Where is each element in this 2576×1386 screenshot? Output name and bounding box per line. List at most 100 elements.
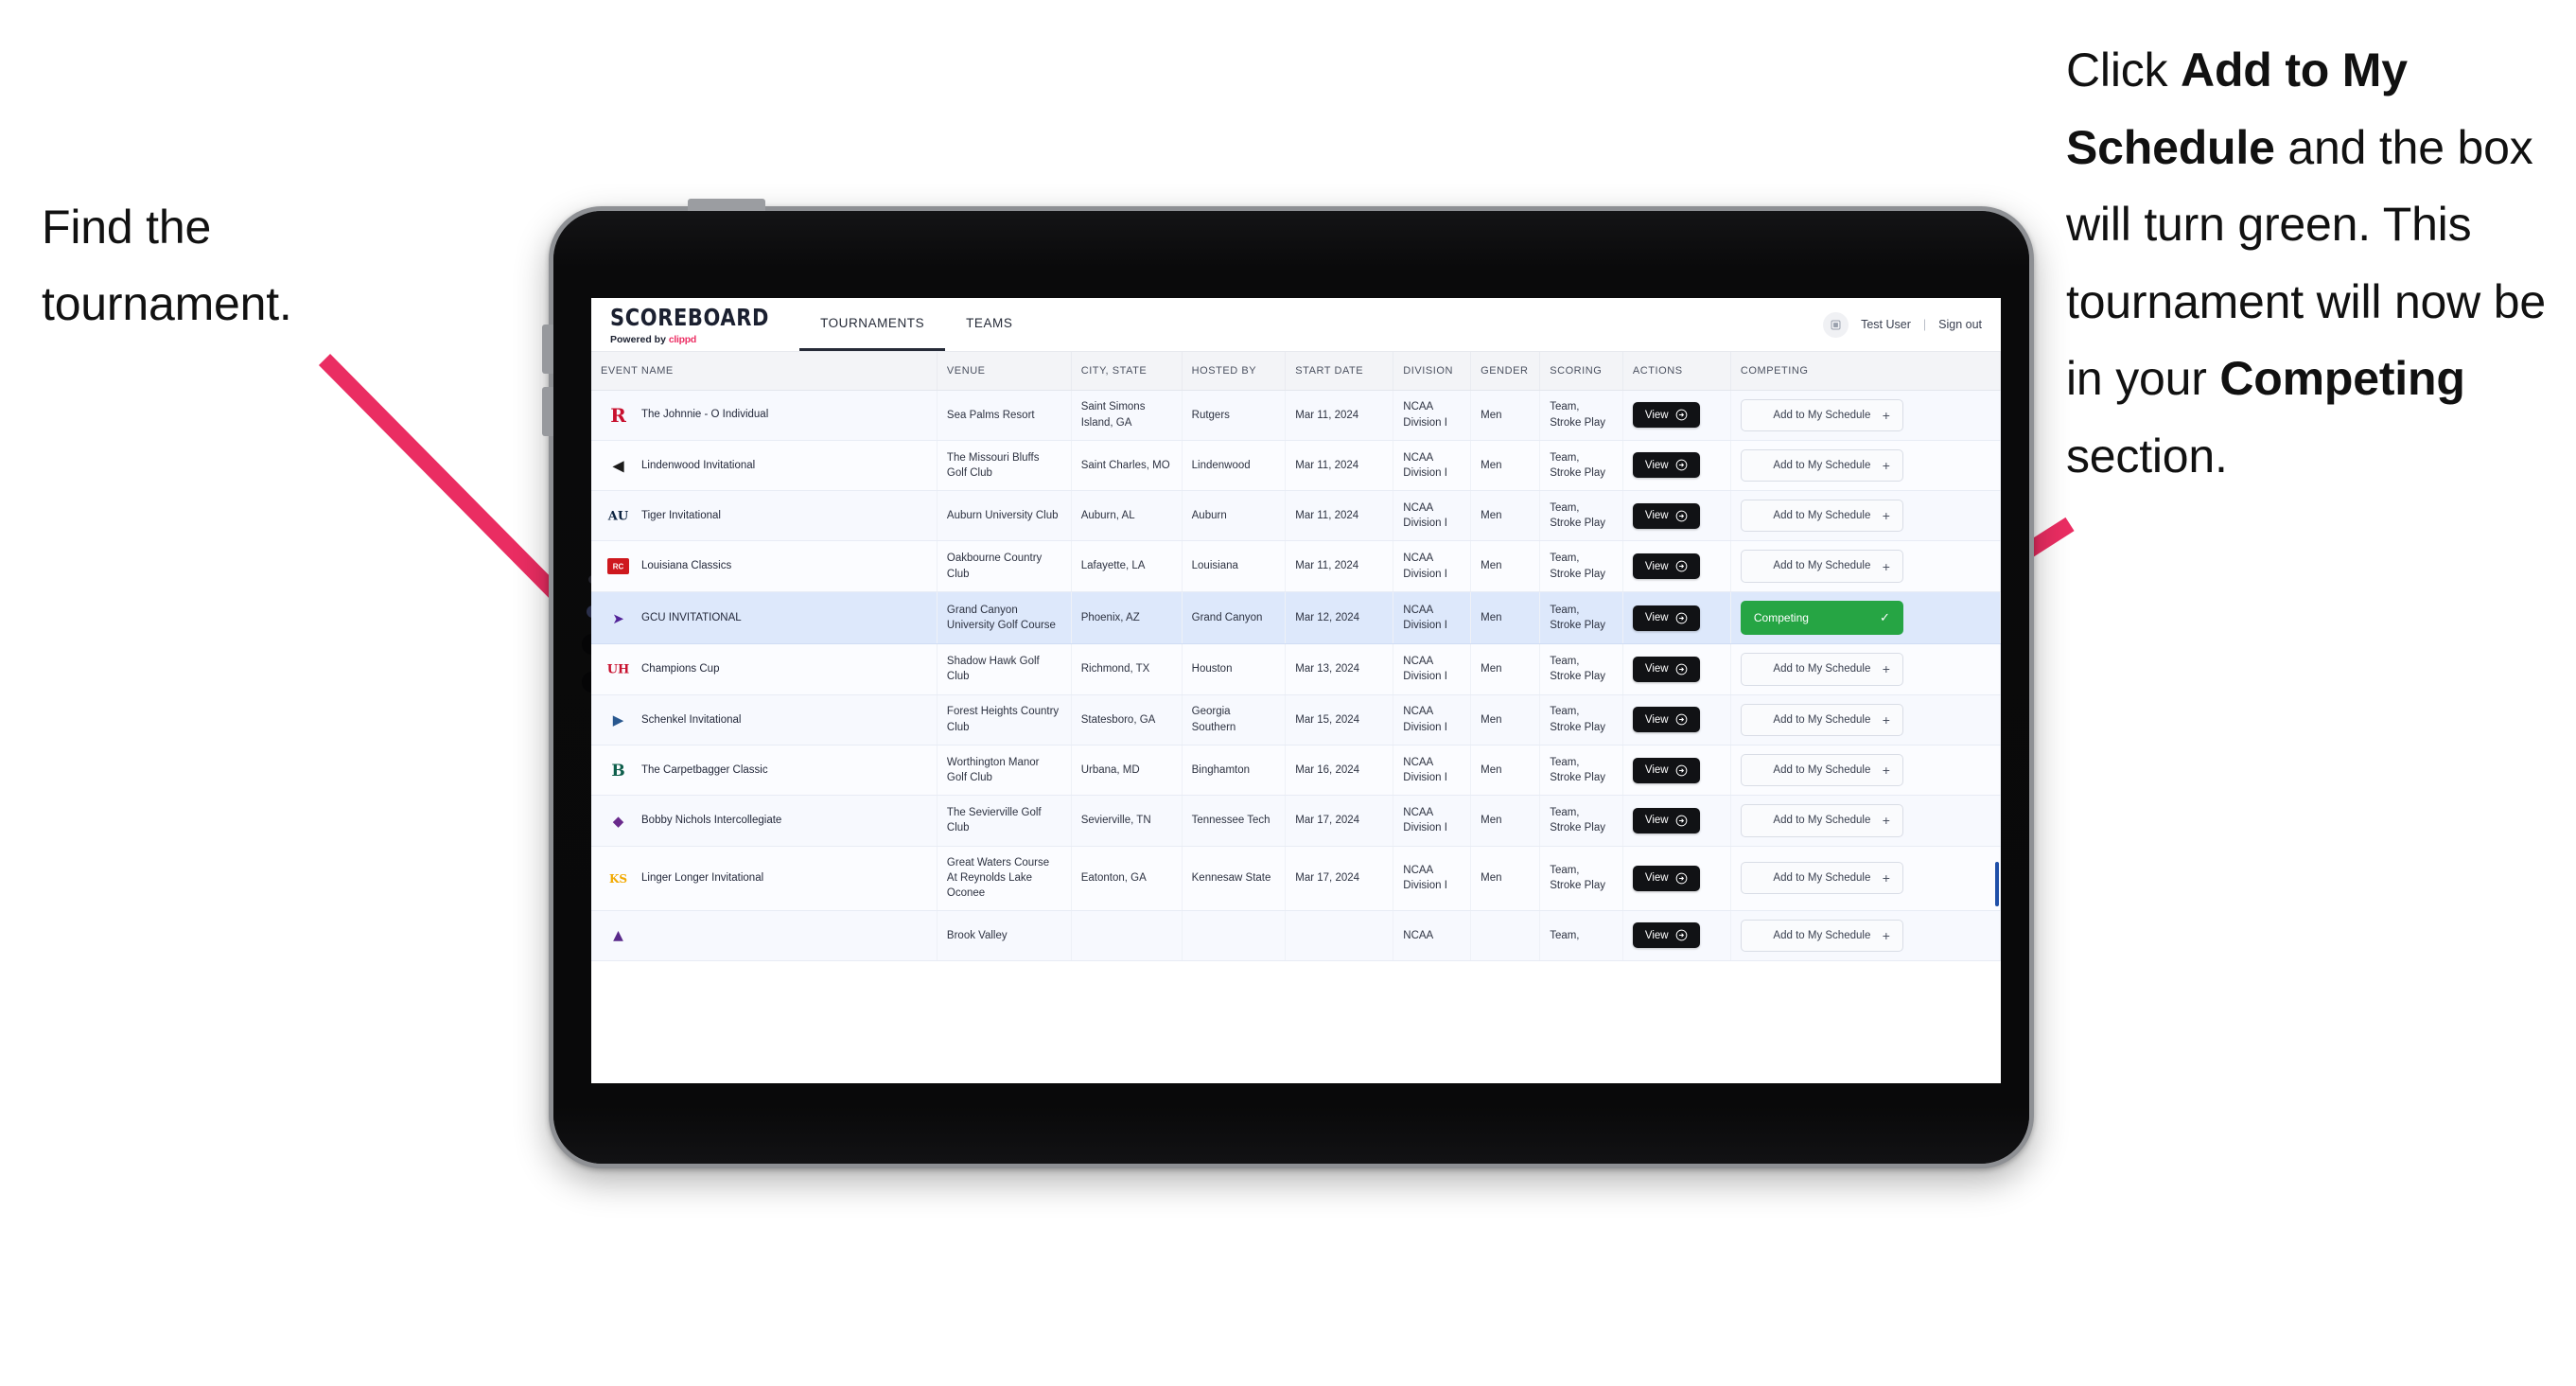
rutgers-r-logo: R (610, 404, 626, 427)
add-to-my-schedule-button[interactable]: Add to My Schedule + (1740, 919, 1903, 952)
tab-tournaments[interactable]: TOURNAMENTS (799, 298, 946, 351)
add-to-my-schedule-button[interactable]: Add to My Schedule + (1740, 500, 1903, 533)
add-to-my-schedule-button[interactable]: Add to My Schedule + (1740, 861, 1903, 895)
cell-gender: Men (1470, 643, 1541, 695)
cell-hosted-by: Tennessee Tech (1182, 795, 1287, 847)
competing-badge[interactable]: Competing ✓ (1740, 600, 1903, 636)
event-name-text: The Carpetbagger Classic (641, 763, 768, 776)
cell-start-date: Mar 16, 2024 (1285, 745, 1394, 797)
team-logo: R (606, 403, 630, 427)
table-row[interactable]: AU Tiger Invitational Auburn University … (591, 490, 2001, 542)
col-start-date[interactable]: START DATE (1285, 352, 1394, 391)
cell-gender: Men (1470, 540, 1541, 592)
cell-scoring: Team, Stroke Play (1539, 390, 1623, 441)
cell-gender: Men (1470, 390, 1541, 441)
cell-start-date: Mar 15, 2024 (1285, 694, 1394, 746)
col-scoring[interactable]: SCORING (1539, 352, 1623, 391)
cell-competing: Add to My Schedule + (1730, 440, 2001, 492)
table-row[interactable]: KS Linger Longer Invitational Great Wate… (591, 846, 2001, 911)
view-label: View (1644, 510, 1669, 522)
col-division[interactable]: DIVISION (1393, 352, 1472, 391)
col-event-name[interactable]: EVENT NAME (591, 352, 938, 391)
svg-text:▲: ▲ (613, 928, 623, 943)
add-to-my-schedule-button[interactable]: Add to My Schedule + (1740, 550, 1903, 583)
view-button[interactable]: View (1632, 865, 1700, 891)
col-competing[interactable]: COMPETING (1730, 352, 2001, 391)
nav-tabs: TOURNAMENTS TEAMS (799, 298, 1033, 351)
svg-text:▶: ▶ (613, 711, 624, 728)
event-name-text: Tiger Invitational (641, 510, 721, 522)
add-to-my-schedule-button[interactable]: Add to My Schedule + (1740, 703, 1903, 736)
table-row[interactable]: R The Johnnie - O Individual Sea Palms R… (591, 390, 2001, 441)
table-row[interactable]: UH Champions Cup Shadow Hawk Golf Club R… (591, 643, 2001, 695)
view-button[interactable]: View (1632, 452, 1700, 479)
table-row[interactable]: ➤ GCU INVITATIONAL Grand Canyon Universi… (591, 591, 2001, 645)
table-row[interactable]: ▲ Brook Valley NCAA Team, View Add to My… (591, 910, 2001, 961)
table-row[interactable]: ◀ Lindenwood Invitational The Missouri B… (591, 440, 2001, 492)
table-row[interactable]: ▶ Schenkel Invitational Forest Heights C… (591, 694, 2001, 746)
col-city-state[interactable]: CITY, STATE (1071, 352, 1183, 391)
event-name-text: Schenkel Invitational (641, 713, 742, 726)
user-name: Test User (1861, 318, 1911, 331)
add-to-my-schedule-button[interactable]: Add to My Schedule + (1740, 653, 1903, 686)
plus-icon: + (1882, 763, 1890, 779)
cell-event-name: KS Linger Longer Invitational (591, 846, 938, 911)
col-actions[interactable]: ACTIONS (1622, 352, 1731, 391)
cell-city-state: Phoenix, AZ (1071, 591, 1183, 645)
table-row[interactable]: B The Carpetbagger Classic Worthington M… (591, 745, 2001, 797)
view-button[interactable]: View (1632, 807, 1700, 833)
arrow-circle-right-icon (1675, 612, 1687, 623)
check-icon: ✓ (1879, 609, 1890, 624)
tab-teams[interactable]: TEAMS (945, 298, 1033, 351)
view-label: View (1644, 929, 1669, 941)
view-button[interactable]: View (1632, 553, 1700, 580)
arrow-circle-right-icon (1675, 460, 1687, 471)
cell-competing: Add to My Schedule + (1730, 390, 2001, 441)
cell-gender: Men (1470, 795, 1541, 847)
svg-text:AU: AU (607, 509, 629, 523)
view-button[interactable]: View (1632, 757, 1700, 783)
add-to-my-schedule-label: Add to My Schedule (1773, 409, 1871, 421)
tablet-power-button[interactable] (688, 199, 765, 211)
table-row[interactable]: RC Louisiana Classics Oakbourne Country … (591, 540, 2001, 592)
table-row[interactable]: ◆ Bobby Nichols Intercollegiate The Sevi… (591, 795, 2001, 847)
scrollbar-thumb[interactable] (1995, 862, 1999, 906)
col-venue[interactable]: VENUE (937, 352, 1072, 391)
cell-competing: Add to My Schedule + (1730, 694, 2001, 746)
table-header-row: EVENT NAME VENUE CITY, STATE HOSTED BY S… (591, 352, 2001, 391)
brand-logo[interactable]: SCOREBOARD Powered by clippd (591, 298, 786, 351)
view-button[interactable]: View (1632, 922, 1700, 949)
event-name-text: Bobby Nichols Intercollegiate (641, 815, 782, 827)
add-to-my-schedule-button[interactable]: Add to My Schedule + (1740, 804, 1903, 837)
add-to-my-schedule-label: Add to My Schedule (1773, 929, 1871, 941)
add-to-my-schedule-button[interactable]: Add to My Schedule + (1740, 753, 1903, 787)
cell-division: NCAA Division I (1393, 846, 1472, 911)
brand-title: SCOREBOARD (610, 304, 770, 331)
cell-division: NCAA Division I (1393, 440, 1472, 492)
view-button[interactable]: View (1632, 402, 1700, 429)
cell-competing: Add to My Schedule + (1730, 795, 2001, 847)
plus-icon: + (1882, 508, 1890, 524)
view-button[interactable]: View (1632, 707, 1700, 733)
sign-out-link[interactable]: Sign out (1938, 318, 1982, 331)
arrow-circle-right-icon (1675, 510, 1687, 522)
cell-division: NCAA Division I (1393, 694, 1472, 746)
competing-label: Competing (1753, 610, 1809, 624)
annotation-left-line1: Find the (42, 201, 212, 254)
team-logo: B (606, 759, 630, 782)
col-hosted-by[interactable]: HOSTED BY (1182, 352, 1287, 391)
avatar[interactable] (1823, 311, 1849, 338)
view-button[interactable]: View (1632, 502, 1700, 529)
view-button[interactable]: View (1632, 605, 1700, 631)
add-to-my-schedule-button[interactable]: Add to My Schedule + (1740, 448, 1903, 482)
view-button[interactable]: View (1632, 656, 1700, 682)
table-vertical-scrollbar[interactable] (1995, 391, 1999, 1083)
add-to-my-schedule-button[interactable]: Add to My Schedule + (1740, 398, 1903, 431)
cell-gender: Men (1470, 745, 1541, 797)
table-body: R The Johnnie - O Individual Sea Palms R… (591, 390, 2001, 961)
cell-gender: Men (1470, 694, 1541, 746)
tablet-volume-down-button[interactable] (542, 387, 553, 436)
tablet-volume-up-button[interactable] (542, 325, 553, 374)
cell-venue: Forest Heights Country Club (937, 694, 1072, 746)
col-gender[interactable]: GENDER (1470, 352, 1541, 391)
